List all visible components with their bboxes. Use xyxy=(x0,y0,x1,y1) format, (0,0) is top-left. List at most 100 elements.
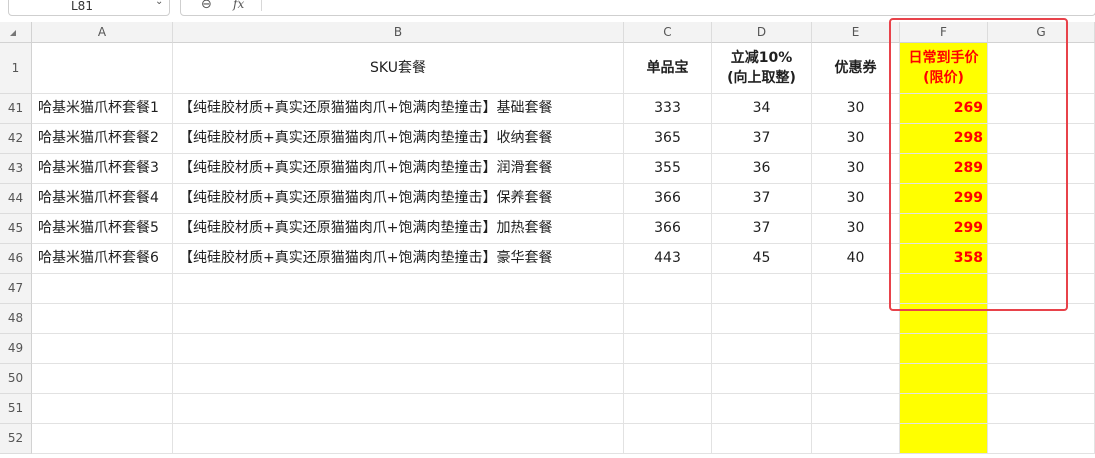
cell-b52[interactable] xyxy=(173,424,624,454)
cell-a43[interactable]: 哈基米猫爪杯套餐3 xyxy=(32,154,173,184)
cell-e41[interactable]: 30 xyxy=(812,94,900,124)
cell-g48[interactable] xyxy=(988,304,1095,334)
header-cell-f[interactable]: 日常到手价 (限价) xyxy=(900,43,988,94)
cell-g41[interactable] xyxy=(988,94,1095,124)
cell-g50[interactable] xyxy=(988,364,1095,394)
cell-b45[interactable]: 【纯硅胶材质+真实还原猫猫肉爪+饱满肉垫撞击】加热套餐 xyxy=(173,214,624,244)
cell-b49[interactable] xyxy=(173,334,624,364)
cell-b42[interactable]: 【纯硅胶材质+真实还原猫猫肉爪+饱满肉垫撞击】收纳套餐 xyxy=(173,124,624,154)
row-header-41[interactable]: 41 xyxy=(0,94,32,124)
column-header-b[interactable]: B xyxy=(173,22,624,43)
cell-b47[interactable] xyxy=(173,274,624,304)
cell-e47[interactable] xyxy=(812,274,900,304)
cell-c49[interactable] xyxy=(624,334,712,364)
cell-a46[interactable]: 哈基米猫爪杯套餐6 xyxy=(32,244,173,274)
column-header-g[interactable]: G xyxy=(988,22,1095,43)
cell-b50[interactable] xyxy=(173,364,624,394)
cell-e42[interactable]: 30 xyxy=(812,124,900,154)
header-cell-d[interactable]: 立减10% (向上取整) xyxy=(712,43,812,94)
spreadsheet-grid[interactable]: A B C D E F G 1 SKU套餐 单品宝 立减10% (向上取整) 优惠券 日常到手价 (限价) 4… xyxy=(0,0,1095,458)
select-all-corner[interactable] xyxy=(0,22,32,43)
cell-d44[interactable]: 37 xyxy=(712,184,812,214)
cell-a51[interactable] xyxy=(32,394,173,424)
cell-d51[interactable] xyxy=(712,394,812,424)
cell-a48[interactable] xyxy=(32,304,173,334)
cell-d48[interactable] xyxy=(712,304,812,334)
column-header-f[interactable]: F xyxy=(900,22,988,43)
cell-d46[interactable]: 45 xyxy=(712,244,812,274)
cell-c42[interactable]: 365 xyxy=(624,124,712,154)
header-cell-e[interactable]: 优惠券 xyxy=(812,43,900,94)
row-header-50[interactable]: 50 xyxy=(0,364,32,394)
cell-d42[interactable]: 37 xyxy=(712,124,812,154)
cell-g49[interactable] xyxy=(988,334,1095,364)
cell-c43[interactable]: 355 xyxy=(624,154,712,184)
header-cell-c[interactable]: 单品宝 xyxy=(624,43,712,94)
cell-g44[interactable] xyxy=(988,184,1095,214)
cell-g46[interactable] xyxy=(988,244,1095,274)
row-header-46[interactable]: 46 xyxy=(0,244,32,274)
cell-e46[interactable]: 40 xyxy=(812,244,900,274)
cell-e52[interactable] xyxy=(812,424,900,454)
cell-f51[interactable] xyxy=(900,394,988,424)
cell-a45[interactable]: 哈基米猫爪杯套餐5 xyxy=(32,214,173,244)
cell-c51[interactable] xyxy=(624,394,712,424)
cell-f41[interactable]: 269 xyxy=(900,94,988,124)
row-header-48[interactable]: 48 xyxy=(0,304,32,334)
cell-d47[interactable] xyxy=(712,274,812,304)
cell-f45[interactable]: 299 xyxy=(900,214,988,244)
column-header-e[interactable]: E xyxy=(812,22,900,43)
cell-g51[interactable] xyxy=(988,394,1095,424)
cell-e51[interactable] xyxy=(812,394,900,424)
cell-d52[interactable] xyxy=(712,424,812,454)
column-header-d[interactable]: D xyxy=(712,22,812,43)
cell-a47[interactable] xyxy=(32,274,173,304)
cell-c52[interactable] xyxy=(624,424,712,454)
row-header-52[interactable]: 52 xyxy=(0,424,32,454)
cell-g52[interactable] xyxy=(988,424,1095,454)
column-header-c[interactable]: C xyxy=(624,22,712,43)
cell-e43[interactable]: 30 xyxy=(812,154,900,184)
cell-c50[interactable] xyxy=(624,364,712,394)
cell-f43[interactable]: 289 xyxy=(900,154,988,184)
cell-c48[interactable] xyxy=(624,304,712,334)
column-header-a[interactable]: A xyxy=(32,22,173,43)
cell-c41[interactable]: 333 xyxy=(624,94,712,124)
cell-f42[interactable]: 298 xyxy=(900,124,988,154)
cell-c47[interactable] xyxy=(624,274,712,304)
cell-g43[interactable] xyxy=(988,154,1095,184)
row-header-49[interactable]: 49 xyxy=(0,334,32,364)
cell-e45[interactable]: 30 xyxy=(812,214,900,244)
row-header-51[interactable]: 51 xyxy=(0,394,32,424)
cell-c45[interactable]: 366 xyxy=(624,214,712,244)
cell-d43[interactable]: 36 xyxy=(712,154,812,184)
cell-a42[interactable]: 哈基米猫爪杯套餐2 xyxy=(32,124,173,154)
cell-e49[interactable] xyxy=(812,334,900,364)
cell-a52[interactable] xyxy=(32,424,173,454)
cell-c46[interactable]: 443 xyxy=(624,244,712,274)
cell-f50[interactable] xyxy=(900,364,988,394)
cell-b46[interactable]: 【纯硅胶材质+真实还原猫猫肉爪+饱满肉垫撞击】豪华套餐 xyxy=(173,244,624,274)
cell-g47[interactable] xyxy=(988,274,1095,304)
cell-f47[interactable] xyxy=(900,274,988,304)
cell-f46[interactable]: 358 xyxy=(900,244,988,274)
cell-b51[interactable] xyxy=(173,394,624,424)
cell-b48[interactable] xyxy=(173,304,624,334)
cell-e48[interactable] xyxy=(812,304,900,334)
cell-f48[interactable] xyxy=(900,304,988,334)
row-header-47[interactable]: 47 xyxy=(0,274,32,304)
cell-d50[interactable] xyxy=(712,364,812,394)
cell-f52[interactable] xyxy=(900,424,988,454)
cell-b43[interactable]: 【纯硅胶材质+真实还原猫猫肉爪+饱满肉垫撞击】润滑套餐 xyxy=(173,154,624,184)
cell-c44[interactable]: 366 xyxy=(624,184,712,214)
cell-a49[interactable] xyxy=(32,334,173,364)
cell-a41[interactable]: 哈基米猫爪杯套餐1 xyxy=(32,94,173,124)
cell-e50[interactable] xyxy=(812,364,900,394)
cell-d45[interactable]: 37 xyxy=(712,214,812,244)
cell-b41[interactable]: 【纯硅胶材质+真实还原猫猫肉爪+饱满肉垫撞击】基础套餐 xyxy=(173,94,624,124)
cell-d49[interactable] xyxy=(712,334,812,364)
cell-a50[interactable] xyxy=(32,364,173,394)
row-header-45[interactable]: 45 xyxy=(0,214,32,244)
cell-e44[interactable]: 30 xyxy=(812,184,900,214)
cell-a44[interactable]: 哈基米猫爪杯套餐4 xyxy=(32,184,173,214)
